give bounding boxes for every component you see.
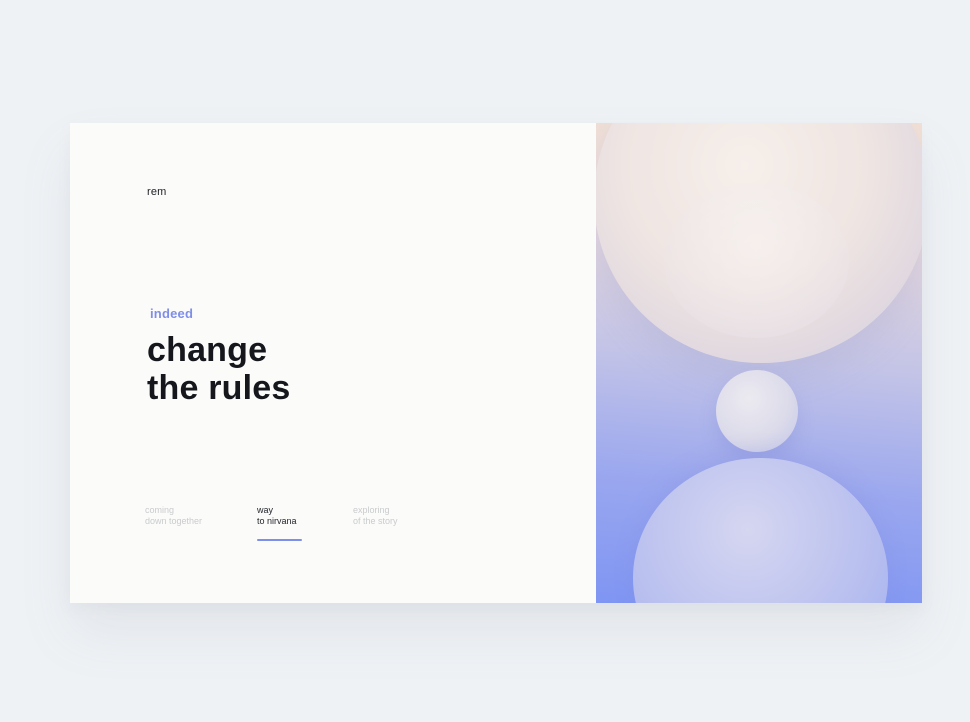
small-sphere xyxy=(716,370,798,452)
nav-item-line-2: to nirvana xyxy=(257,516,297,526)
content-panel: rem indeed change the rules coming down … xyxy=(70,123,596,603)
nav-item-line-2: down together xyxy=(145,516,203,526)
nav-item-exploring-of-the-story[interactable]: exploring of the story xyxy=(353,505,459,527)
hero-eyebrow: indeed xyxy=(150,306,194,321)
hero-illustration xyxy=(596,123,922,603)
headline-line-1: change xyxy=(147,331,268,369)
slide-nav: coming down together way to nirvana expl… xyxy=(145,505,459,541)
nav-item-line-1: coming xyxy=(145,505,175,515)
nav-item-line-1: way xyxy=(257,505,274,515)
hero-card: rem indeed change the rules coming down … xyxy=(70,123,922,603)
brand-logo[interactable]: rem xyxy=(147,186,167,198)
headline-line-2: the rules xyxy=(147,369,291,407)
active-indicator xyxy=(257,539,302,541)
nav-item-line-1: exploring xyxy=(353,505,390,515)
bottom-sphere xyxy=(633,458,888,603)
nav-item-way-to-nirvana[interactable]: way to nirvana xyxy=(257,505,353,541)
hero-headline: change the rules xyxy=(147,331,291,407)
inner-sphere-highlight xyxy=(664,183,849,338)
nav-item-line-2: of the story xyxy=(353,516,398,526)
nav-item-coming-down-together[interactable]: coming down together xyxy=(145,505,257,527)
